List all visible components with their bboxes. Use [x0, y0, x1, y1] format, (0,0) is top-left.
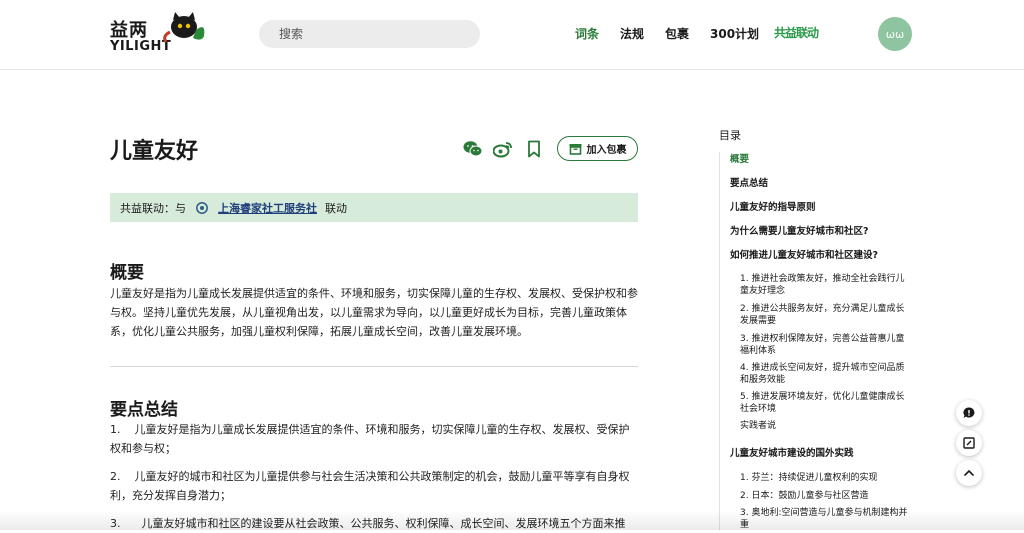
comment-button[interactable]	[956, 400, 982, 426]
summary-paragraph: 儿童友好是指为儿童成长发展提供适宜的条件、环境和服务，切实保障儿童的生存权、发展…	[110, 287, 638, 338]
top-header: 益两 YILIGHT 搜索 词条 法规 包裹 300计划 共益联动 ωω	[0, 0, 1024, 70]
page-title: 儿童友好	[110, 139, 199, 164]
toc-title: 目录	[719, 129, 741, 142]
cooperation-banner: 共益联动：与 上海睿家社工服务社 联动	[110, 193, 638, 222]
toc-item[interactable]: 如何推进儿童友好城市和社区建设?	[730, 250, 910, 262]
toc-subitem[interactable]: 1. 芬兰：持续促进儿童权利的实现	[740, 472, 912, 484]
nav-package[interactable]: 包裹	[665, 25, 689, 42]
coop-org-link[interactable]: 上海睿家社工服务社	[218, 200, 317, 216]
weibo-share-button[interactable]	[492, 138, 514, 160]
toc-subitem[interactable]: 5. 推进发展环境友好，优化儿童健康成长社会环境	[740, 391, 912, 415]
toc-item[interactable]: 儿童友好城市建设的国外实践	[730, 448, 910, 460]
toc-subitem[interactable]: 3. 奥地利:空间营造与儿童参与机制建构并重	[740, 507, 912, 531]
wechat-share-button[interactable]	[462, 138, 484, 160]
toc-subitem[interactable]: 2. 日本：鼓励儿童参与社区营造	[740, 490, 912, 502]
toc-rail	[719, 152, 720, 530]
coop-suffix: 联动	[325, 201, 347, 215]
site-logo[interactable]: 益两 YILIGHT	[110, 12, 205, 58]
nav-regulations[interactable]: 法规	[620, 25, 644, 42]
key-point-item: 1. 儿童友好是指为儿童成长发展提供适宜的条件、环境和服务，切实保障儿童的生存权…	[110, 423, 630, 455]
toc-item[interactable]: 为什么需要儿童友好城市和社区?	[730, 226, 910, 238]
toc-subitem[interactable]: 实践者说	[740, 420, 912, 432]
bookmark-icon	[528, 140, 540, 158]
toc-subitem[interactable]: 4. 推进成长空间友好，提升城市空间品质和服务效能	[740, 362, 912, 386]
nav-300-plan[interactable]: 300计划	[710, 25, 759, 42]
arrow-up-icon	[964, 469, 974, 476]
weibo-icon	[493, 142, 512, 158]
wechat-icon	[463, 141, 483, 157]
section-divider	[110, 366, 638, 367]
toc-item[interactable]: 概要	[730, 154, 910, 166]
edit-button[interactable]	[956, 430, 982, 456]
edit-icon	[963, 437, 975, 449]
user-avatar[interactable]: ωω	[878, 17, 912, 51]
toc-subitem[interactable]: 3. 推进权利保障友好，完善公益普惠儿童福利体系	[740, 333, 912, 357]
toc-item[interactable]: 儿童友好的指导原则	[730, 202, 910, 214]
partner-logo[interactable]: 共益联动	[774, 24, 819, 41]
nav-entries[interactable]: 词条	[575, 25, 599, 42]
scroll-top-button[interactable]	[956, 460, 982, 486]
section-heading-key-points: 要点总结	[110, 400, 178, 420]
section-heading-summary: 概要	[110, 263, 144, 283]
bookmark-button[interactable]	[523, 138, 545, 160]
add-to-package-button[interactable]: 加入包裹	[557, 136, 638, 161]
coop-prefix: 共益联动：与	[120, 201, 186, 215]
cat-mascot-icon	[163, 12, 205, 43]
toc-subitem[interactable]: 1. 推进社会政策友好，推动全社会践行儿童友好理念	[740, 273, 912, 297]
toc-item[interactable]: 要点总结	[730, 178, 910, 190]
avatar-glyph: ωω	[885, 27, 905, 41]
key-point-item: 3. 儿童友好城市和社区的建设要从社会政策、公共服务、权利保障、成长空间、发展环…	[110, 517, 626, 530]
org-logo-icon	[196, 201, 208, 214]
package-icon	[569, 143, 581, 155]
search-input[interactable]: 搜索	[259, 20, 480, 48]
toc-subitem[interactable]: 2. 推进公共服务友好，充分满足儿童成长发展需要	[740, 303, 912, 327]
comment-icon	[963, 407, 975, 418]
add-to-package-label: 加入包裹	[586, 145, 627, 156]
key-point-item: 2. 儿童友好的城市和社区为儿童提供参与社会生活决策和公共政策制定的机会，鼓励儿…	[110, 470, 630, 502]
